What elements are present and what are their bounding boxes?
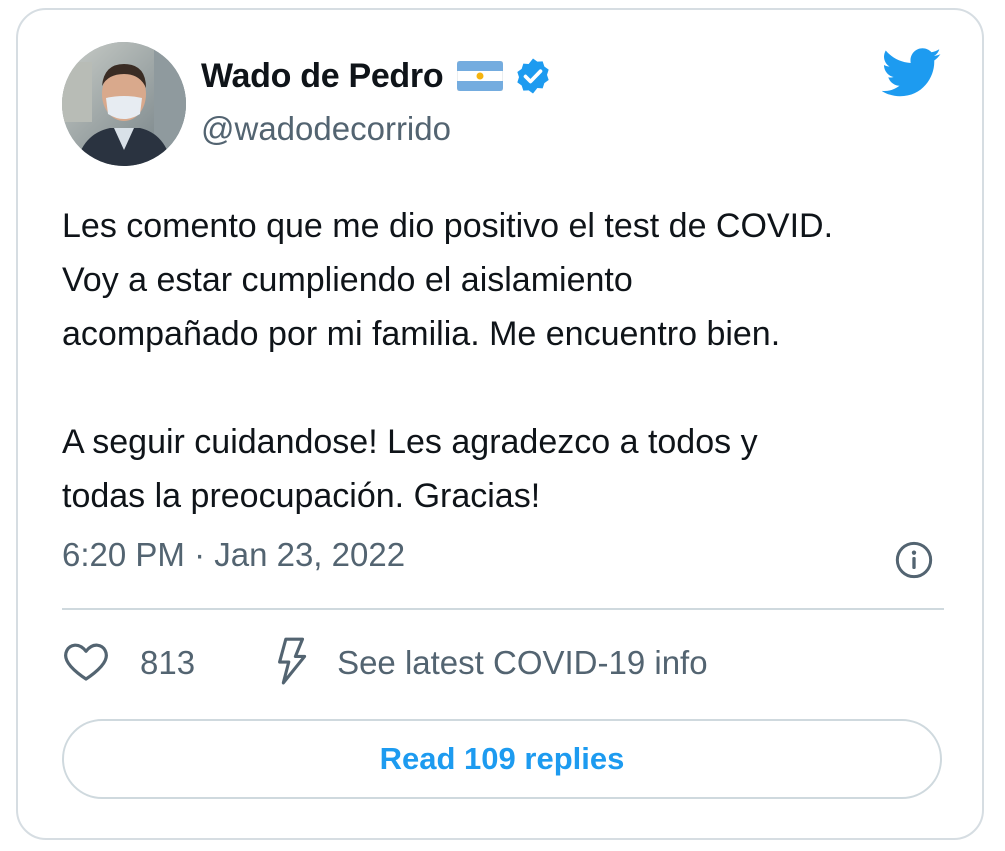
avatar-photo bbox=[62, 42, 186, 166]
author-name[interactable]: Wado de Pedro bbox=[201, 57, 444, 96]
tweet-card: Wado de Pedro @wadodecorrido Les comento… bbox=[16, 8, 984, 840]
divider bbox=[62, 608, 944, 610]
read-replies-button[interactable]: Read 109 replies bbox=[62, 719, 942, 799]
author-row: Wado de Pedro bbox=[201, 56, 553, 96]
lightning-icon bbox=[273, 636, 307, 691]
avatar[interactable] bbox=[62, 42, 186, 166]
twitter-bird-icon[interactable] bbox=[881, 48, 942, 98]
argentina-flag-icon bbox=[456, 60, 504, 92]
covid-info-label: See latest COVID-19 info bbox=[337, 644, 708, 681]
covid-info-link[interactable]: See latest COVID-19 info bbox=[273, 636, 708, 691]
author-handle[interactable]: @wadodecorrido bbox=[201, 110, 451, 148]
like-button[interactable]: 813 bbox=[62, 637, 195, 690]
verified-badge-icon bbox=[513, 56, 553, 96]
tweet-text: Les comento que me dio positivo el test … bbox=[62, 207, 834, 515]
read-replies-label: Read 109 replies bbox=[379, 741, 625, 776]
tweet-timestamp[interactable]: 6:20 PM · Jan 23, 2022 bbox=[62, 536, 405, 574]
info-icon[interactable] bbox=[894, 540, 934, 580]
action-bar: 813 See latest COVID-19 info bbox=[62, 636, 708, 691]
heart-icon bbox=[62, 637, 110, 690]
like-count: 813 bbox=[140, 644, 196, 681]
